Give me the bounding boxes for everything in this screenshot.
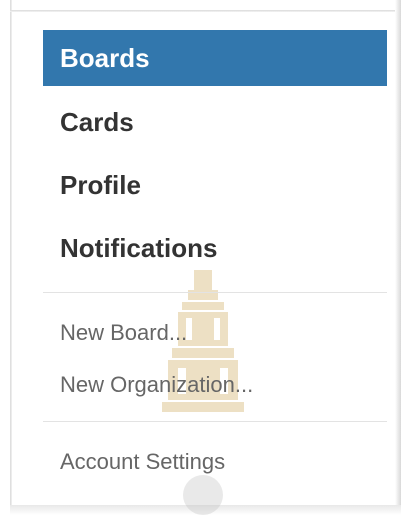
menu-item-notifications[interactable]: Notifications (43, 220, 387, 276)
menu-item-label: Account Settings (60, 449, 226, 474)
dropdown-window: Boards Cards Profile Notifications New B… (0, 0, 401, 515)
menu-item-label: New Board... (60, 320, 188, 345)
menu-item-label: Profile (60, 170, 141, 200)
window-edge-bottom (10, 505, 401, 515)
menu-item-boards[interactable]: Boards (43, 30, 387, 86)
menu-item-new-organization[interactable]: New Organization... (43, 359, 387, 411)
account-menu: Boards Cards Profile Notifications New B… (43, 30, 387, 488)
menu-item-cards[interactable]: Cards (43, 94, 387, 150)
menu-item-label: Cards (60, 107, 134, 137)
menu-item-account-settings[interactable]: Account Settings (43, 436, 387, 488)
window-edge-right (395, 0, 401, 515)
menu-item-profile[interactable]: Profile (43, 157, 387, 213)
window-edge-left (10, 0, 12, 515)
menu-item-label: Notifications (60, 233, 218, 263)
settings-group: Account Settings (43, 422, 387, 488)
menu-item-label: New Organization... (60, 372, 254, 397)
menu-item-new-board[interactable]: New Board... (43, 307, 387, 359)
window-edge-top (10, 10, 401, 12)
menu-item-label: Boards (60, 43, 150, 73)
create-group: New Board... New Organization... (43, 293, 387, 411)
